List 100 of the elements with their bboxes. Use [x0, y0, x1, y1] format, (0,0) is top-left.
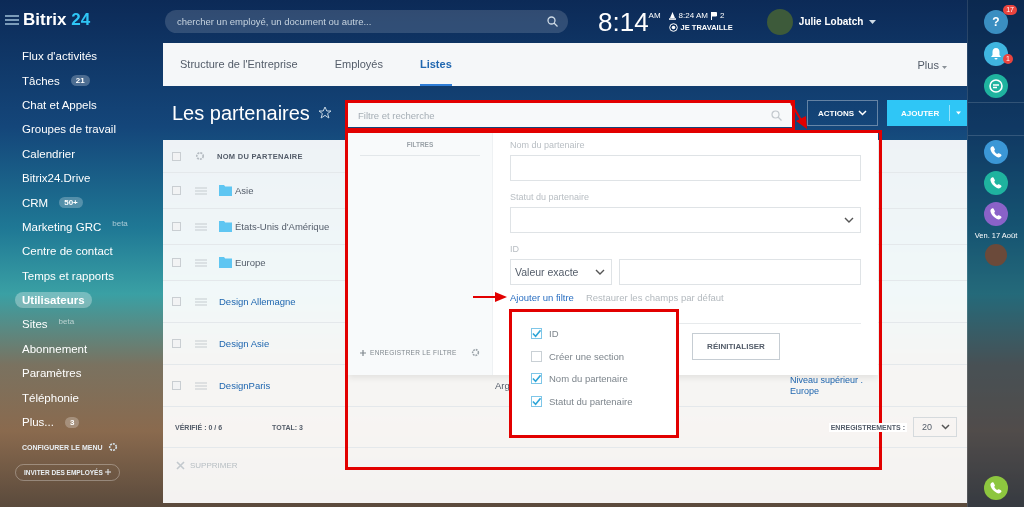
- sidebar-item[interactable]: Calendrier: [15, 145, 83, 162]
- plus-icon[interactable]: [360, 349, 366, 356]
- clock-meridiem: AM: [648, 10, 661, 20]
- chevron-icon: [858, 110, 867, 116]
- checkbox-label: Créer une section: [549, 350, 624, 362]
- sidebar-item[interactable]: Tâches: [15, 72, 67, 89]
- tab[interactable]: Structure de l'Entreprise: [180, 43, 298, 86]
- sidebar-item[interactable]: Groupes de travail: [15, 121, 123, 138]
- add-filter-link[interactable]: Ajouter un filtre: [510, 292, 574, 303]
- select-field[interactable]: [510, 207, 861, 233]
- folder-icon: [219, 257, 232, 268]
- phone-button[interactable]: [984, 201, 1008, 226]
- more-tab[interactable]: Plus: [917, 58, 947, 71]
- row-menu-icon[interactable]: [195, 339, 207, 348]
- row-checkbox[interactable]: [172, 222, 181, 231]
- tab[interactable]: Listes: [419, 43, 452, 86]
- row-checkbox[interactable]: [172, 258, 181, 267]
- folder-icon: [219, 185, 232, 196]
- help-button[interactable]: ?: [984, 10, 1008, 34]
- partner-name[interactable]: Asie: [235, 185, 254, 196]
- folder-icon: [219, 221, 232, 232]
- contact-avatar[interactable]: [985, 244, 1007, 266]
- search-icon[interactable]: [547, 16, 558, 27]
- sidebar-item[interactable]: Paramètres: [15, 365, 89, 382]
- sidebar-item[interactable]: Temps et rapports: [15, 267, 122, 284]
- phone-button[interactable]: [984, 476, 1008, 500]
- checkbox[interactable]: [531, 395, 542, 407]
- notifications-button[interactable]: [984, 42, 1008, 66]
- phone-button[interactable]: [984, 139, 1008, 164]
- user-name[interactable]: Julie Lobatch: [798, 16, 864, 27]
- chevron-icon: [595, 269, 605, 275]
- table-cell: Arg: [495, 380, 510, 391]
- partner-name[interactable]: Europe: [235, 257, 266, 268]
- checkbox[interactable]: [531, 350, 542, 362]
- sidebar-item[interactable]: Téléphonie: [15, 389, 86, 406]
- plus-icon: [104, 469, 111, 476]
- settings-icon[interactable]: [470, 348, 480, 357]
- sidebar-item[interactable]: Plus...: [15, 414, 61, 431]
- checkbox-label: Nom du partenaire: [549, 373, 628, 384]
- field-label: ID: [510, 244, 520, 255]
- select-all-checkbox[interactable]: [172, 151, 181, 161]
- row-checkbox[interactable]: [172, 381, 181, 390]
- partner-name[interactable]: États-Unis d'Amérique: [235, 221, 330, 232]
- tab[interactable]: Employés: [334, 43, 383, 86]
- star-icon[interactable]: [317, 106, 332, 120]
- annotation-arrow: [790, 103, 808, 129]
- actions-button[interactable]: ACTIONS: [807, 100, 878, 126]
- partner-name[interactable]: DesignParis: [219, 380, 271, 391]
- parent-section-link[interactable]: Niveau supérieur . Europe: [790, 374, 874, 397]
- phone-icon: [989, 206, 1003, 221]
- close-icon: [176, 460, 185, 470]
- checkbox-label: ID: [549, 328, 559, 339]
- checkbox[interactable]: [531, 328, 542, 339]
- row-checkbox[interactable]: [172, 297, 181, 306]
- phone-icon: [989, 175, 1003, 190]
- menu-icon[interactable]: [5, 15, 19, 25]
- annotation-arrow: [473, 292, 507, 302]
- chat-button[interactable]: [984, 74, 1008, 98]
- page-title: Les partenaires: [172, 101, 310, 125]
- sidebar-item[interactable]: Sites: [15, 316, 55, 333]
- clock-time[interactable]: 8:14: [598, 8, 649, 35]
- row-checkbox[interactable]: [172, 186, 181, 195]
- settings-icon[interactable]: [195, 151, 205, 161]
- caret-icon: [942, 65, 947, 69]
- row-menu-icon[interactable]: [195, 381, 207, 390]
- checkbox[interactable]: [531, 373, 542, 384]
- beta-label: beta: [58, 317, 75, 326]
- search-field[interactable]: chercher un employé, un document ou autre...: [165, 10, 568, 33]
- user-avatar[interactable]: [766, 8, 793, 35]
- chat-icon: [988, 78, 1004, 94]
- sidebar-item[interactable]: Flux d'activités: [15, 48, 105, 65]
- bell-icon: [668, 11, 676, 20]
- text-field[interactable]: [619, 259, 861, 285]
- sidebar-item[interactable]: Bitrix24.Drive: [15, 170, 98, 187]
- sidebar-item[interactable]: Centre de contact: [15, 243, 120, 260]
- row-checkbox[interactable]: [172, 339, 181, 348]
- flag-icon: [710, 11, 717, 20]
- partner-name[interactable]: Design Asie: [219, 338, 270, 349]
- caret-icon[interactable]: [869, 19, 877, 24]
- field-label: Nom du partenaire: [510, 140, 586, 151]
- bell-icon: [989, 47, 1003, 61]
- sidebar-item[interactable]: CRM: [15, 194, 56, 211]
- sidebar-item[interactable]: Marketing GRC: [15, 218, 109, 235]
- logo[interactable]: Bitrix 24: [23, 10, 91, 30]
- chevron-icon: [844, 217, 854, 223]
- partner-name[interactable]: Design Allemagne: [219, 296, 296, 307]
- counter-badge: 3: [64, 416, 80, 428]
- phone-button[interactable]: [984, 170, 1008, 195]
- phone-icon: [989, 481, 1003, 495]
- alarm-time: 8:24 AM: [678, 11, 708, 20]
- phone-icon: [989, 144, 1003, 159]
- sidebar-item[interactable]: Chat et Appels: [15, 96, 104, 113]
- page-size-select[interactable]: 20: [913, 417, 957, 437]
- operator-select[interactable]: Valeur exacte: [510, 259, 612, 285]
- radio-icon: [668, 23, 678, 32]
- reset-button[interactable]: RÉINITIALISER: [692, 333, 780, 360]
- sidebar-item[interactable]: Abonnement: [15, 340, 95, 357]
- text-field[interactable]: [510, 155, 861, 181]
- checkbox-label: Statut du partenaire: [549, 395, 633, 407]
- field-label: Statut du partenaire: [510, 192, 591, 203]
